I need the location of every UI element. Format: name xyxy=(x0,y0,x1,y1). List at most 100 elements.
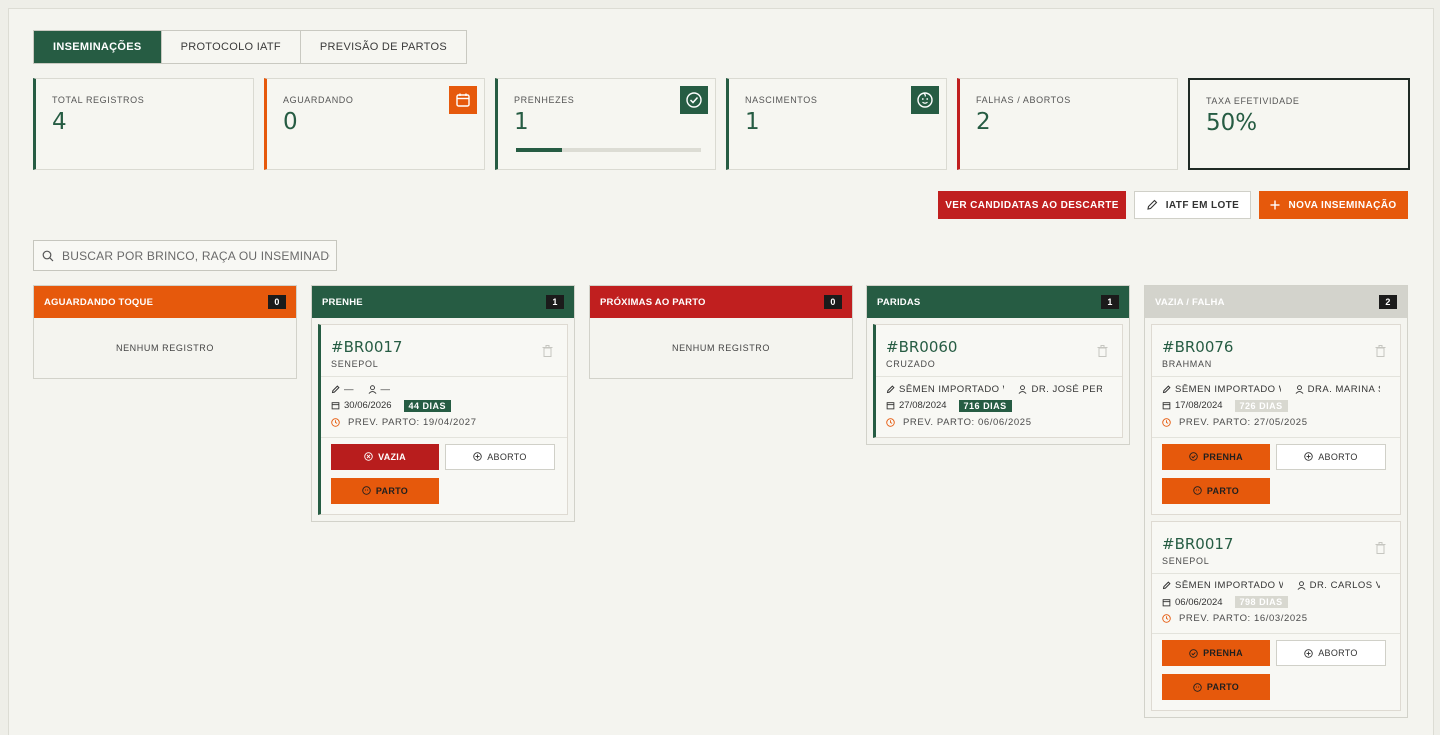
stat-falhas-abortos: FALHAS / ABORTOS 2 xyxy=(957,78,1178,170)
ver-candidatas-descarte-button[interactable]: VER CANDIDATAS AO DESCARTE xyxy=(938,191,1126,219)
check-circle-icon xyxy=(1189,452,1198,461)
search-box xyxy=(33,240,337,271)
trash-icon[interactable] xyxy=(1375,345,1386,357)
column-count-badge: 2 xyxy=(1379,295,1397,309)
pencil-icon xyxy=(886,385,895,394)
parto-button[interactable]: PARTO xyxy=(331,477,439,504)
aborto-button[interactable]: ABORTO xyxy=(1276,443,1386,470)
semen-name: SÊMEN IMPORTADO WAGYU xyxy=(1175,383,1281,395)
trash-icon[interactable] xyxy=(542,345,553,357)
vazia-button[interactable]: VAZIA xyxy=(331,443,439,470)
stat-prenhezes: PRENHEZES 1 xyxy=(495,78,716,170)
trash-icon[interactable] xyxy=(1375,541,1386,554)
prenha-button[interactable]: PRENHA xyxy=(1162,443,1270,470)
button-label: VAZIA xyxy=(378,451,406,462)
search-icon xyxy=(42,250,54,262)
button-label: VER CANDIDATAS AO DESCARTE xyxy=(945,199,1119,211)
tab-protocolo-iatf[interactable]: PROTOCOLO IATF xyxy=(162,31,301,63)
pencil-icon xyxy=(1162,581,1171,590)
prev-parto: PREV. PARTO: 16/03/2025 xyxy=(1179,613,1308,625)
insemination-date: 06/06/2024 xyxy=(1175,596,1223,608)
semen-name: SÊMEN IMPORTADO WAGYU xyxy=(1175,580,1283,592)
column-header: AGUARDANDO TOQUE 0 xyxy=(34,286,296,318)
nova-inseminacao-button[interactable]: NOVA INSEMINAÇÃO xyxy=(1259,191,1408,219)
animal-breed: BRAHMAN xyxy=(1162,359,1212,369)
button-label: PARTO xyxy=(1206,485,1240,496)
days-badge: 44 DIAS xyxy=(403,399,452,412)
check-circle-icon xyxy=(680,86,708,114)
x-circle-icon xyxy=(364,452,373,461)
parto-button[interactable]: PARTO xyxy=(1162,674,1270,700)
animal-id: #BR0017 xyxy=(1162,534,1234,553)
column-aguardando-toque: AGUARDANDO TOQUE 0 NENHUM REGISTRO xyxy=(33,285,297,379)
column-header: PRENHE 1 xyxy=(312,286,574,318)
button-label: PRENHA xyxy=(1203,451,1243,462)
trash-icon[interactable] xyxy=(1097,345,1108,357)
aborto-button[interactable]: ABORTO xyxy=(445,443,555,470)
iatf-em-lote-button[interactable]: IATF EM LOTE xyxy=(1134,191,1251,219)
column-count-badge: 0 xyxy=(268,295,286,309)
insemination-card[interactable]: #BR0060 CRUZADO SÊMEN IMPORTADO WAGYU DR… xyxy=(873,324,1123,438)
parto-button[interactable]: PARTO xyxy=(1162,477,1270,504)
insemination-card[interactable]: #BR0017 SENEPOL — — 30/06/2026 44 DIAS P… xyxy=(318,324,568,515)
button-label: ABORTO xyxy=(1318,648,1358,658)
search-input[interactable] xyxy=(62,248,330,263)
tab-previsao-partos[interactable]: PREVISÃO DE PARTOS xyxy=(301,31,466,63)
column-header: PARIDAS 1 xyxy=(867,286,1129,318)
aborto-button[interactable]: ABORTO xyxy=(1276,640,1386,666)
column-vazia-falha: VAZIA / FALHA 2 #BR0076 BRAHMAN SÊMEN IM… xyxy=(1144,285,1408,718)
stat-label: TOTAL REGISTROS xyxy=(52,95,145,105)
insemination-card[interactable]: #BR0017 SENEPOL SÊMEN IMPORTADO WAGYU DR… xyxy=(1151,520,1401,711)
stat-label: AGUARDANDO xyxy=(283,95,354,105)
check-circle-icon xyxy=(1189,648,1198,658)
animal-breed: SENEPOL xyxy=(331,359,379,369)
pencil-icon xyxy=(1146,199,1158,211)
technician-name: DR. CARLOS VERA xyxy=(1309,580,1380,592)
stat-value: 50% xyxy=(1206,110,1258,136)
calendar-icon xyxy=(886,401,895,410)
empty-state: NENHUM REGISTRO xyxy=(671,343,770,353)
column-count-badge: 1 xyxy=(546,295,564,309)
progress-fill xyxy=(516,148,563,152)
stat-label: TAXA EFETIVIDADE xyxy=(1206,96,1300,106)
animal-id: #BR0060 xyxy=(886,338,958,356)
pencil-icon xyxy=(1162,385,1171,394)
insemination-date: 17/08/2024 xyxy=(1175,400,1223,412)
baby-icon xyxy=(362,486,371,495)
prenha-button[interactable]: PRENHA xyxy=(1162,640,1270,666)
technician-name: DR. JOSÉ PEREIRA xyxy=(1031,383,1102,395)
tab-inseminacoes[interactable]: INSEMINAÇÕES xyxy=(34,31,162,63)
animal-breed: CRUZADO xyxy=(886,359,936,369)
column-title: PARIDAS xyxy=(877,296,921,308)
stat-aguardando: AGUARDANDO 0 xyxy=(264,78,485,170)
button-label: PARTO xyxy=(375,485,409,496)
insemination-card[interactable]: #BR0076 BRAHMAN SÊMEN IMPORTADO WAGYU DR… xyxy=(1151,324,1401,515)
stat-value: 4 xyxy=(52,109,67,135)
empty-state: NENHUM REGISTRO xyxy=(115,343,214,353)
plus-circle-icon xyxy=(1304,452,1313,461)
button-label: ABORTO xyxy=(1318,451,1358,462)
button-label: PARTO xyxy=(1206,682,1240,692)
animal-id: #BR0076 xyxy=(1162,338,1234,356)
semen-name: SÊMEN IMPORTADO WAGYU xyxy=(899,383,1004,395)
column-title: VAZIA / FALHA xyxy=(1155,296,1225,308)
column-header: VAZIA / FALHA 2 xyxy=(1145,286,1407,318)
button-label: NOVA INSEMINAÇÃO xyxy=(1288,199,1397,211)
prenhezes-progress-bar xyxy=(516,148,701,152)
stat-label: PRENHEZES xyxy=(514,95,575,105)
stat-taxa-efetividade: TAXA EFETIVIDADE 50% xyxy=(1188,78,1410,170)
stat-value: 0 xyxy=(283,109,298,135)
user-icon xyxy=(1297,581,1306,591)
column-title: AGUARDANDO TOQUE xyxy=(44,296,154,308)
insemination-date: 30/06/2026 xyxy=(344,400,392,412)
stat-value: 2 xyxy=(976,109,991,135)
column-count-badge: 0 xyxy=(824,295,842,309)
baby-icon xyxy=(1193,486,1202,495)
column-paridas: PARIDAS 1 #BR0060 CRUZADO SÊMEN IMPORTAD… xyxy=(866,285,1130,445)
stat-label: FALHAS / ABORTOS xyxy=(976,95,1071,105)
user-icon xyxy=(1018,385,1027,394)
user-icon xyxy=(1295,385,1304,394)
column-title: PRENHE xyxy=(322,296,363,308)
clock-icon xyxy=(331,418,340,427)
stat-value: 1 xyxy=(745,109,760,135)
